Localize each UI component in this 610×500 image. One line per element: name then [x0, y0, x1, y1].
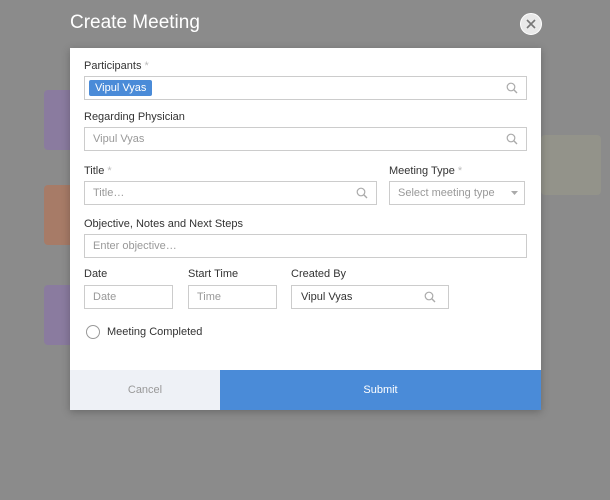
date-field[interactable]: Date [84, 285, 173, 309]
close-button[interactable] [520, 13, 542, 35]
meeting-completed-label: Meeting Completed [107, 326, 203, 338]
objective-placeholder: Enter objective… [93, 240, 177, 252]
meeting-type-label: Meeting Type * [389, 165, 463, 177]
created-by-label: Created By [291, 268, 347, 280]
cancel-button[interactable]: Cancel [70, 370, 220, 410]
regarding-physician-placeholder: Vipul Vyas [93, 133, 145, 145]
create-meeting-dialog: Participants * Vipul Vyas Regarding Physi… [70, 48, 541, 410]
regarding-physician-label: Regarding Physician [84, 111, 185, 123]
created-by-value: Vipul Vyas [301, 291, 353, 303]
objective-field[interactable]: Enter objective… [84, 234, 527, 258]
close-icon [526, 19, 536, 29]
participant-chip[interactable]: Vipul Vyas [89, 80, 153, 96]
search-icon [424, 291, 436, 303]
dialog-title: Create Meeting [70, 12, 200, 33]
search-icon [506, 82, 518, 94]
title-field[interactable]: Title… [84, 181, 377, 205]
submit-button[interactable]: Submit [220, 370, 541, 410]
objective-label: Objective, Notes and Next Steps [84, 218, 243, 230]
date-label: Date [84, 268, 108, 280]
chevron-down-icon [511, 191, 518, 195]
date-placeholder: Date [93, 291, 117, 303]
search-icon [356, 187, 368, 199]
participants-label: Participants * [84, 60, 149, 72]
participants-field[interactable]: Vipul Vyas [84, 76, 527, 100]
background-card [541, 135, 601, 195]
start-time-field[interactable]: Time [188, 285, 277, 309]
regarding-physician-field[interactable]: Vipul Vyas [84, 127, 527, 151]
search-icon [506, 133, 518, 145]
meeting-completed-radio[interactable] [86, 325, 100, 339]
start-time-placeholder: Time [197, 291, 222, 303]
title-placeholder: Title… [93, 187, 125, 199]
start-time-label: Start Time [188, 268, 239, 280]
title-label: Title * [84, 165, 112, 177]
meeting-type-placeholder: Select meeting type [398, 187, 495, 199]
dialog-footer: Cancel Submit [70, 370, 541, 410]
created-by-field[interactable]: Vipul Vyas [291, 285, 449, 309]
meeting-type-select[interactable]: Select meeting type [389, 181, 525, 205]
